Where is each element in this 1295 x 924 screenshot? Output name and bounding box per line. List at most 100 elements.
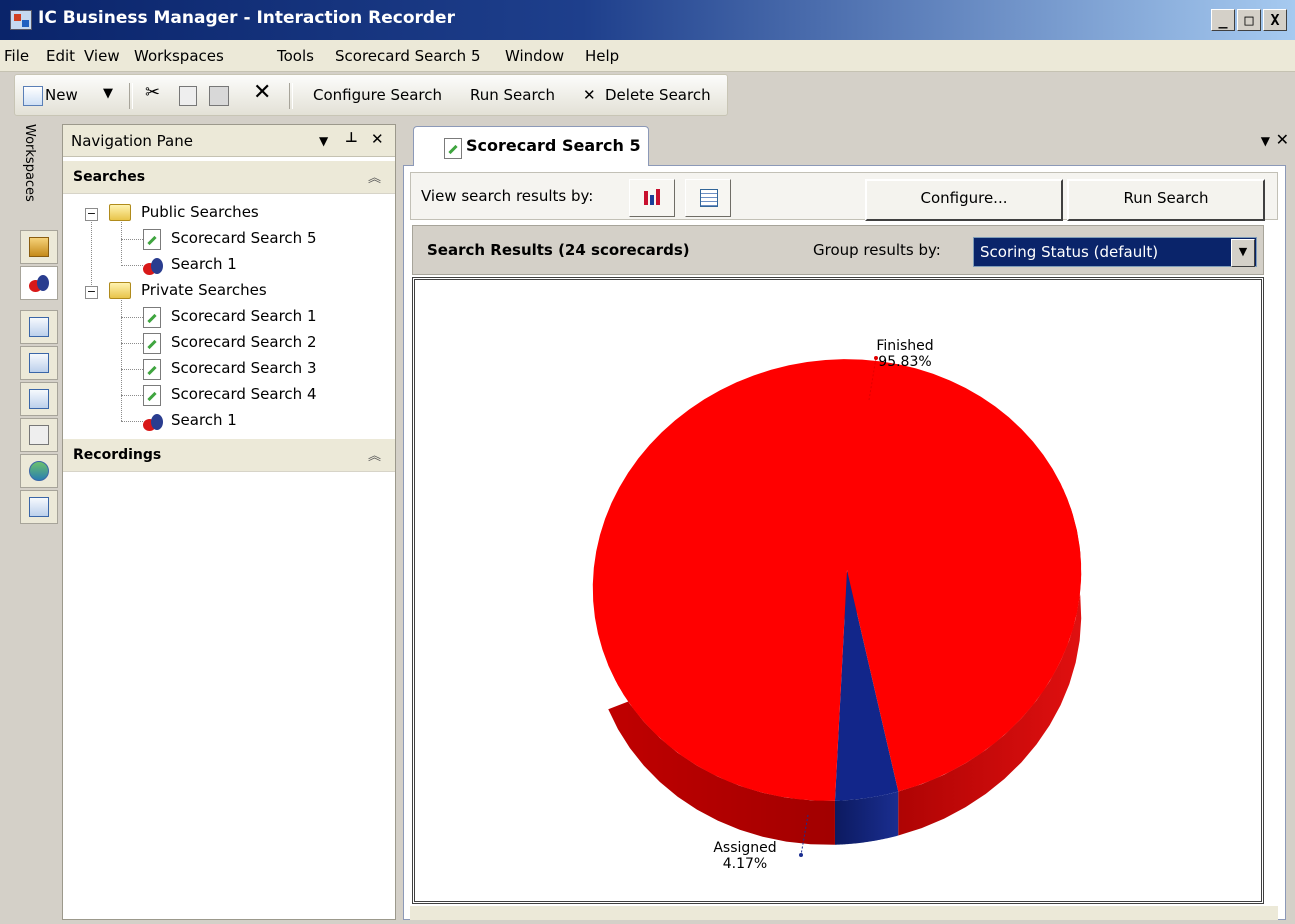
copy-icon[interactable] bbox=[179, 86, 197, 106]
pie-value-assigned: 4.17% bbox=[723, 856, 767, 872]
menu-tools[interactable]: Tools bbox=[277, 47, 314, 65]
searches-section-header[interactable]: Searches ︽ bbox=[63, 161, 395, 194]
collapse-recordings-icon[interactable]: ︽ bbox=[368, 445, 381, 464]
recordings-section-header[interactable]: Recordings ︽ bbox=[63, 439, 395, 472]
toolbar-separator bbox=[129, 83, 133, 109]
group-by-label: Group results by: bbox=[813, 241, 941, 259]
tree-item-label: Search 1 bbox=[171, 255, 237, 273]
scorecard-icon bbox=[143, 333, 161, 354]
maximize-button[interactable]: □ bbox=[1237, 9, 1261, 31]
tree-item-label: Scorecard Search 5 bbox=[171, 229, 317, 247]
group-by-select[interactable]: Scoring Status (default) ▼ bbox=[973, 237, 1257, 267]
tree-line bbox=[121, 421, 143, 422]
search-people-icon bbox=[143, 412, 163, 431]
paste-icon[interactable] bbox=[209, 86, 229, 106]
nav-pane-title: Navigation Pane bbox=[71, 132, 193, 150]
new-dropdown-arrow-icon[interactable]: ▼ bbox=[103, 86, 113, 101]
question-doc-icon bbox=[29, 389, 49, 409]
tree-line bbox=[121, 239, 143, 240]
menu-help[interactable]: Help bbox=[585, 47, 619, 65]
nav-pane-header: Navigation Pane ▼ ⊥ ✕ bbox=[63, 125, 395, 157]
menu-edit[interactable]: Edit bbox=[46, 47, 75, 65]
tree-item-search-1[interactable]: Search 1 bbox=[143, 253, 383, 277]
document-close-icon[interactable]: ✕ bbox=[1276, 130, 1289, 149]
workspace-trend-button[interactable] bbox=[20, 490, 58, 524]
minimize-button[interactable]: _ bbox=[1211, 9, 1235, 31]
workspace-review-button[interactable] bbox=[20, 346, 58, 380]
tab-scorecard-search-5[interactable]: Scorecard Search 5 bbox=[413, 126, 649, 166]
tree-line bbox=[121, 295, 122, 421]
tab-label: Scorecard Search 5 bbox=[466, 136, 641, 155]
collapse-searches-icon[interactable]: ︽ bbox=[368, 167, 381, 186]
menu-file[interactable]: File bbox=[4, 47, 29, 65]
pie-chart: Finished95.83% Assigned4.17% bbox=[592, 338, 1082, 872]
menu-workspaces[interactable]: Workspaces bbox=[134, 47, 224, 65]
configure-button[interactable]: Configure... bbox=[865, 179, 1063, 221]
workspace-policy-button[interactable] bbox=[20, 454, 58, 488]
tree-item-scorecard-search-1[interactable]: Scorecard Search 1 bbox=[143, 305, 383, 329]
bar-chart-icon bbox=[644, 189, 662, 205]
delete-search-icon: ✕ bbox=[583, 86, 596, 104]
collapse-public-searches[interactable]: − bbox=[85, 208, 98, 221]
tree-line bbox=[91, 217, 92, 291]
collapse-private-searches[interactable]: − bbox=[85, 286, 98, 299]
menu-scorecard-search-5[interactable]: Scorecard Search 5 bbox=[335, 47, 481, 65]
menu-window[interactable]: Window bbox=[505, 47, 564, 65]
run-search-button[interactable]: Run Search bbox=[470, 86, 555, 104]
nav-pane-close-icon[interactable]: ✕ bbox=[371, 130, 384, 148]
workspaces-label[interactable]: Workspaces bbox=[22, 124, 37, 202]
workspace-searches-button[interactable] bbox=[20, 266, 58, 300]
workspace-home-button[interactable] bbox=[20, 230, 58, 264]
navigation-pane: Navigation Pane ▼ ⊥ ✕ Searches ︽ − Publi… bbox=[62, 124, 396, 920]
group-by-value: Scoring Status (default) bbox=[980, 243, 1159, 261]
public-searches-folder[interactable]: Public Searches bbox=[109, 201, 369, 225]
pin-icon[interactable]: ⊥ bbox=[345, 130, 358, 146]
tree-line bbox=[121, 395, 143, 396]
delete-icon[interactable]: ✕ bbox=[253, 80, 271, 105]
trend-chart-icon bbox=[29, 497, 49, 517]
document-controls: ▼ ✕ bbox=[1261, 130, 1289, 149]
folder-icon bbox=[109, 204, 131, 221]
menu-view[interactable]: View bbox=[84, 47, 120, 65]
run-search-button-panel[interactable]: Run Search bbox=[1067, 179, 1265, 221]
leader-dot-assigned bbox=[799, 853, 803, 857]
people-icon bbox=[29, 273, 49, 292]
tree-item-label: Search 1 bbox=[171, 411, 237, 429]
configure-search-button[interactable]: Configure Search bbox=[313, 86, 442, 104]
workspace-scorecard-button[interactable] bbox=[20, 310, 58, 344]
scorecard-icon bbox=[29, 317, 49, 337]
close-button[interactable]: X bbox=[1263, 9, 1287, 31]
scorecard-icon bbox=[444, 138, 462, 159]
pie-value-finished: 95.83% bbox=[878, 354, 931, 370]
tree-item-scorecard-search-5[interactable]: Scorecard Search 5 bbox=[143, 227, 383, 251]
folder-label: Private Searches bbox=[141, 281, 267, 299]
tree-item-scorecard-search-2[interactable]: Scorecard Search 2 bbox=[143, 331, 383, 355]
tree-item-scorecard-search-4[interactable]: Scorecard Search 4 bbox=[143, 383, 383, 407]
chart-view-button[interactable] bbox=[629, 179, 675, 217]
tree-line bbox=[121, 265, 143, 266]
cut-icon[interactable]: ✂ bbox=[145, 82, 160, 103]
delete-search-button[interactable]: Delete Search bbox=[605, 86, 711, 104]
document-dropdown-icon[interactable]: ▼ bbox=[1261, 134, 1270, 148]
chevron-down-icon[interactable]: ▼ bbox=[1231, 239, 1255, 267]
app-icon bbox=[10, 10, 32, 30]
workspace-report-button[interactable] bbox=[20, 418, 58, 452]
tree-line bbox=[121, 317, 143, 318]
workspace-questionnaire-button[interactable] bbox=[20, 382, 58, 416]
private-searches-folder[interactable]: Private Searches bbox=[109, 279, 369, 303]
toolbar-separator bbox=[289, 83, 293, 109]
view-by-label: View search results by: bbox=[421, 187, 594, 205]
nav-pane-dropdown-icon[interactable]: ▼ bbox=[319, 134, 328, 148]
scorecard-icon bbox=[143, 359, 161, 380]
chart-area: Finished 95.83% Assigned 4.17% bbox=[412, 277, 1264, 904]
tree-item-scorecard-search-3[interactable]: Scorecard Search 3 bbox=[143, 357, 383, 381]
new-document-icon bbox=[23, 86, 43, 106]
pie-label-finished: Finished bbox=[876, 338, 933, 354]
window-title: IC Business Manager - Interaction Record… bbox=[38, 8, 455, 28]
scorecard-icon bbox=[143, 229, 161, 250]
policy-icon bbox=[29, 461, 49, 481]
table-view-button[interactable] bbox=[685, 179, 731, 217]
new-button[interactable]: New bbox=[45, 86, 78, 104]
results-header: Search Results (24 scorecards) Group res… bbox=[412, 225, 1264, 275]
tree-item-private-search-1[interactable]: Search 1 bbox=[143, 409, 383, 433]
